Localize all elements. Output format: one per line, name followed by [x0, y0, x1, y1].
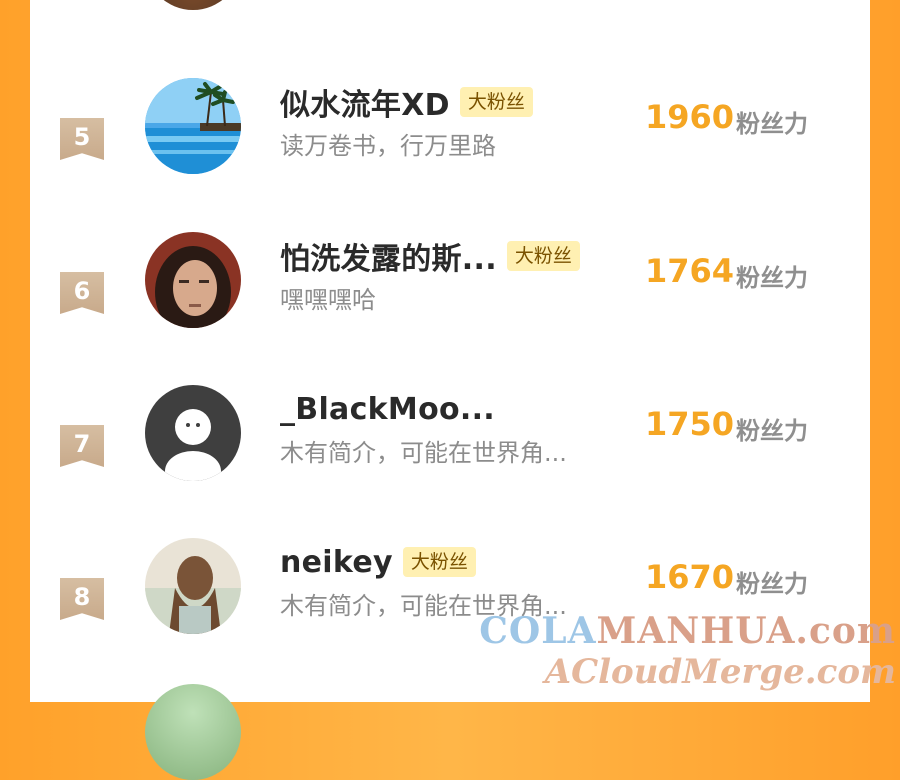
rank-badge: 5	[60, 118, 104, 160]
rank-badge: 7	[60, 425, 104, 467]
fan-score-unit: 粉丝力	[736, 417, 808, 445]
fan-score: 1960	[645, 98, 735, 136]
fan-badge: 大粉丝	[506, 241, 580, 271]
avatar[interactable]	[145, 232, 241, 328]
beach-avatar-image	[145, 78, 241, 174]
user-bio: 木有简介，可能在世界角...	[280, 439, 567, 467]
user-name[interactable]: 似水流年XD	[280, 80, 450, 124]
watermark-line-2: ACloudMerge.com	[544, 652, 896, 692]
fan-score: 1764	[645, 252, 735, 290]
avatar-partial-bottom[interactable]	[145, 684, 241, 780]
fan-badge: 大粉丝	[402, 547, 476, 577]
fan-score-unit: 粉丝力	[736, 110, 808, 138]
user-name[interactable]: _BlackMoo...	[280, 392, 495, 427]
watermark-line-1: COLAMANHUA.com	[479, 610, 896, 652]
avatar[interactable]	[145, 385, 241, 481]
avatar[interactable]	[145, 538, 241, 634]
avatar[interactable]	[145, 78, 241, 174]
ranking-panel: 5 似水流年XD 大粉丝 读万卷书，行万里路 1960 粉丝力 6 怕洗发露的斯…	[30, 0, 870, 780]
fan-score: 1670	[645, 558, 735, 596]
rank-badge: 8	[60, 578, 104, 620]
user-name[interactable]: neikey	[280, 545, 393, 580]
name-line: 似水流年XD 大粉丝	[280, 80, 533, 124]
name-line: neikey 大粉丝	[280, 542, 476, 582]
portrait-avatar-image	[145, 232, 241, 328]
fan-score: 1750	[645, 405, 735, 443]
user-name[interactable]: 怕洗发露的斯...	[280, 234, 497, 278]
default-avatar-icon	[145, 385, 241, 481]
avatar-partial-top[interactable]	[145, 0, 241, 10]
fan-score-unit: 粉丝力	[736, 264, 808, 292]
watermark: COLAMANHUA.com ACloudMerge.com	[479, 610, 896, 692]
fan-score-unit: 粉丝力	[736, 570, 808, 598]
fan-badge: 大粉丝	[459, 87, 533, 117]
rank-badge: 6	[60, 272, 104, 314]
user-bio: 读万卷书，行万里路	[280, 132, 496, 160]
user-bio: 嘿嘿嘿哈	[280, 286, 376, 314]
girl-avatar-image	[145, 538, 241, 634]
name-line: 怕洗发露的斯... 大粉丝	[280, 234, 580, 278]
name-line: _BlackMoo...	[280, 389, 495, 429]
